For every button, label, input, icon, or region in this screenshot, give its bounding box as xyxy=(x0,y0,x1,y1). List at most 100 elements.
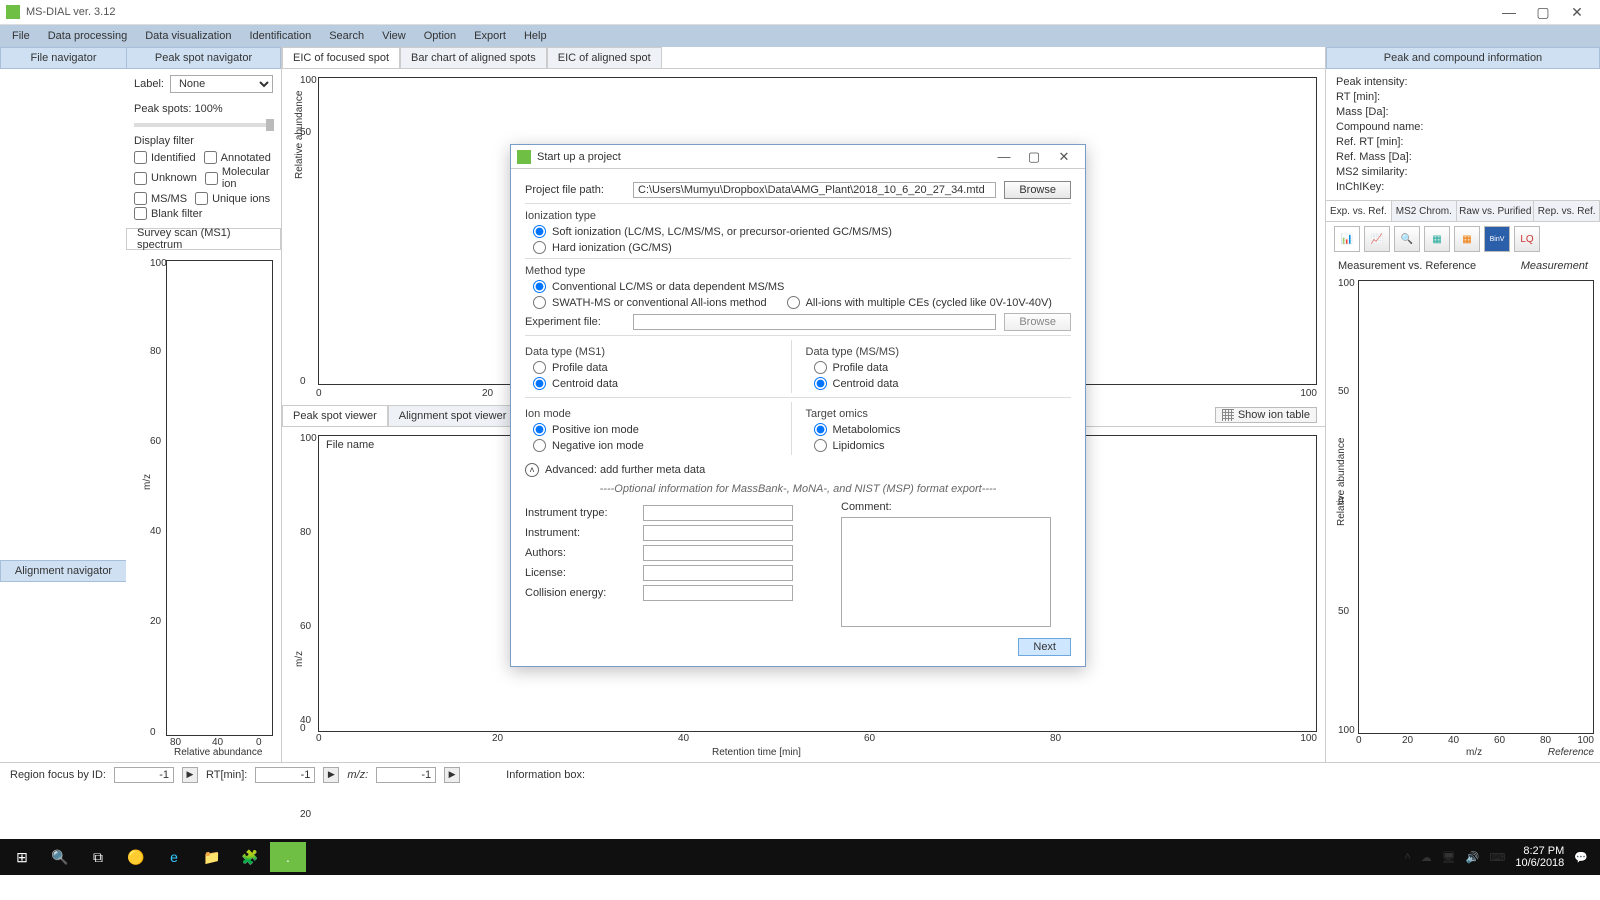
edge-icon[interactable]: e xyxy=(156,842,192,872)
menu-export[interactable]: Export xyxy=(466,28,514,44)
tab-rep-vs-ref[interactable]: Rep. vs. Ref. xyxy=(1534,201,1600,221)
tray-chevron-icon[interactable]: ˄ xyxy=(1404,851,1410,863)
msdial-taskbar-icon[interactable]: . xyxy=(270,842,306,872)
method-type-label: Method type xyxy=(525,265,1071,277)
chk-unknown[interactable]: Unknown xyxy=(134,172,197,185)
tab-peak-spot-viewer[interactable]: Peak spot viewer xyxy=(282,405,388,426)
menu-data-processing[interactable]: Data processing xyxy=(40,28,136,44)
ionization-type-label: Ionization type xyxy=(525,210,1071,222)
tray-notifications-icon[interactable]: 💬 xyxy=(1574,851,1588,864)
app-icon xyxy=(6,5,20,19)
radio-soft-ionization[interactable] xyxy=(533,225,546,238)
menu-data-visualization[interactable]: Data visualization xyxy=(137,28,239,44)
region-focus-go[interactable]: ▶ xyxy=(182,767,198,783)
tab-eic-focused[interactable]: EIC of focused spot xyxy=(282,47,400,68)
instrument-label: Instrument: xyxy=(525,527,635,539)
task-view-icon[interactable]: ⧉ xyxy=(80,842,116,872)
instrument-type-input[interactable] xyxy=(643,505,793,521)
comment-textarea[interactable] xyxy=(841,517,1051,627)
experiment-file-label: Experiment file: xyxy=(525,316,625,328)
radio-msms-centroid[interactable] xyxy=(814,377,827,390)
info-ref-mass: Ref. Mass [Da]: xyxy=(1336,151,1590,163)
tab-exp-vs-ref[interactable]: Exp. vs. Ref. xyxy=(1326,201,1392,221)
maximize-button[interactable]: ▢ xyxy=(1526,4,1560,21)
survey-scan-plot[interactable]: m/z Relative abundance 100 80 60 40 20 0… xyxy=(126,250,281,762)
radio-ms1-profile[interactable] xyxy=(533,361,546,374)
chk-msms[interactable]: MS/MS xyxy=(134,192,187,205)
search-icon[interactable]: 🔍 xyxy=(42,842,78,872)
chk-identified[interactable]: Identified xyxy=(134,151,196,164)
peak-spots-slider[interactable] xyxy=(134,123,274,127)
region-focus-label: Region focus by ID: xyxy=(10,769,106,781)
menu-identification[interactable]: Identification xyxy=(241,28,319,44)
chart-icon-1[interactable]: 📊 xyxy=(1334,226,1360,252)
mz-input[interactable] xyxy=(376,767,436,783)
dialog-close[interactable]: ✕ xyxy=(1049,149,1079,165)
radio-negative-ion[interactable] xyxy=(533,439,546,452)
project-path-label: Project file path: xyxy=(525,184,625,196)
chk-unique-ions[interactable]: Unique ions xyxy=(195,192,270,205)
collision-energy-input[interactable] xyxy=(643,585,793,601)
chk-molecular-ion[interactable]: Molecular ion xyxy=(205,166,273,190)
chrome-icon[interactable]: 🟡 xyxy=(118,842,154,872)
project-path-browse[interactable]: Browse xyxy=(1004,181,1071,199)
tray-volume-icon[interactable]: 🔊 xyxy=(1466,851,1480,864)
authors-input[interactable] xyxy=(643,545,793,561)
info-inchikey: InChIKey: xyxy=(1336,181,1590,193)
explorer-icon[interactable]: 📁 xyxy=(194,842,230,872)
tray-onedrive-icon[interactable]: ☁ xyxy=(1421,851,1432,864)
dialog-maximize[interactable]: ▢ xyxy=(1019,149,1049,165)
mz-go[interactable]: ▶ xyxy=(444,767,460,783)
menu-view[interactable]: View xyxy=(374,28,414,44)
radio-metabolomics[interactable] xyxy=(814,423,827,436)
tab-survey-scan[interactable]: Survey scan (MS1) spectrum xyxy=(126,228,281,249)
tray-clock[interactable]: 8:27 PM 10/6/2018 xyxy=(1515,845,1564,869)
instrument-input[interactable] xyxy=(643,525,793,541)
chart-icon-6[interactable]: BinV xyxy=(1484,226,1510,252)
advanced-toggle-icon[interactable]: ˄ xyxy=(525,463,539,477)
close-button[interactable]: ✕ xyxy=(1560,4,1594,21)
chk-annotated[interactable]: Annotated xyxy=(204,151,271,164)
chart-icon-7[interactable]: LQ xyxy=(1514,226,1540,252)
chart-icon-2[interactable]: 📈 xyxy=(1364,226,1390,252)
radio-lipidomics[interactable] xyxy=(814,439,827,452)
radio-conventional[interactable] xyxy=(533,280,546,293)
tab-eic-aligned[interactable]: EIC of aligned spot xyxy=(547,47,662,68)
tray-lang-icon[interactable]: ⌨ xyxy=(1489,851,1505,864)
chart-icon-4[interactable]: ▦ xyxy=(1424,226,1450,252)
dialog-minimize[interactable]: — xyxy=(989,149,1019,164)
file-name-label: File name xyxy=(326,439,374,451)
comparison-tool-row: 📊 📈 🔍 ▦ ▦ BinV LQ xyxy=(1326,222,1600,256)
minimize-button[interactable]: — xyxy=(1492,4,1526,20)
tab-bar-chart[interactable]: Bar chart of aligned spots xyxy=(400,47,547,68)
menu-file[interactable]: File xyxy=(4,28,38,44)
radio-ms1-centroid[interactable] xyxy=(533,377,546,390)
app-icon-1[interactable]: 🧩 xyxy=(232,842,268,872)
chk-blank-filter[interactable]: Blank filter xyxy=(134,207,202,220)
measurement-reference-plot[interactable]: Relative abundance 100 50 0 50 100 0 20 … xyxy=(1326,276,1600,762)
license-input[interactable] xyxy=(643,565,793,581)
show-ion-table-button[interactable]: Show ion table xyxy=(1215,407,1317,423)
label-select[interactable]: None xyxy=(170,75,273,93)
chart-icon-3[interactable]: 🔍 xyxy=(1394,226,1420,252)
next-button[interactable]: Next xyxy=(1018,638,1071,656)
tray-network-icon[interactable]: 🖥 xyxy=(1442,851,1456,864)
chart-icon-5[interactable]: ▦ xyxy=(1454,226,1480,252)
region-focus-input[interactable] xyxy=(114,767,174,783)
tab-ms2-chrom[interactable]: MS2 Chrom. xyxy=(1392,201,1458,221)
menu-option[interactable]: Option xyxy=(416,28,464,44)
start-button[interactable]: ⊞ xyxy=(4,842,40,872)
project-path-input[interactable] xyxy=(633,182,996,198)
tab-alignment-spot-viewer[interactable]: Alignment spot viewer xyxy=(388,405,518,426)
radio-msms-profile[interactable] xyxy=(814,361,827,374)
menu-help[interactable]: Help xyxy=(516,28,555,44)
rt-input[interactable] xyxy=(255,767,315,783)
info-ref-rt: Ref. RT [min]: xyxy=(1336,136,1590,148)
radio-hard-ionization[interactable] xyxy=(533,241,546,254)
radio-positive-ion[interactable] xyxy=(533,423,546,436)
radio-swath[interactable] xyxy=(533,296,546,309)
radio-allions[interactable] xyxy=(787,296,800,309)
menu-search[interactable]: Search xyxy=(321,28,372,44)
rt-go[interactable]: ▶ xyxy=(323,767,339,783)
tab-raw-vs-purified[interactable]: Raw vs. Purified xyxy=(1457,201,1534,221)
